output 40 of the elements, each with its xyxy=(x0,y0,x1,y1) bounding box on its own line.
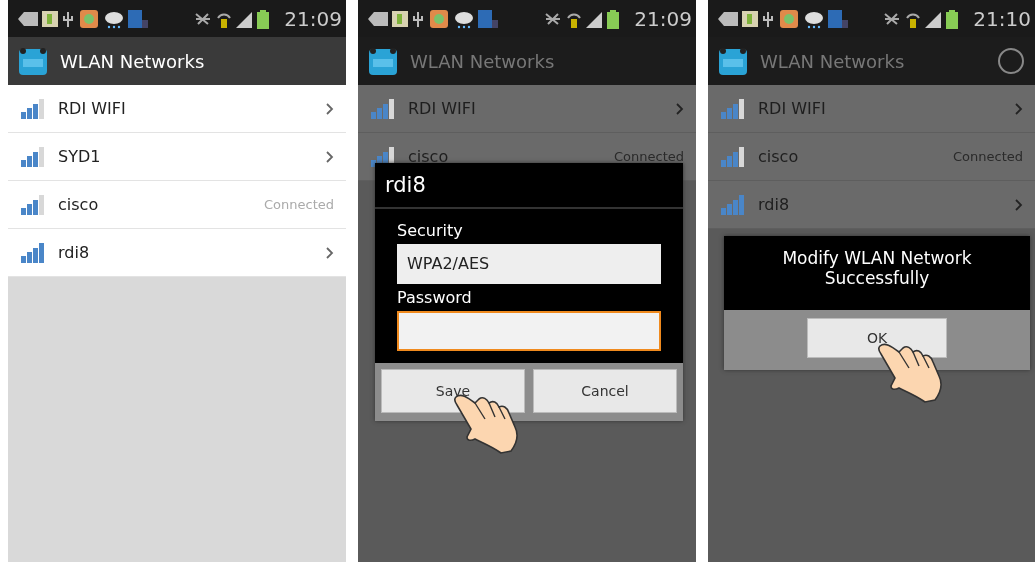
app-logo-icon[interactable] xyxy=(718,46,748,76)
dialog-button[interactable]: Save xyxy=(381,369,525,413)
network-name: RDI WIFI xyxy=(408,99,477,118)
app-title: WLAN Networks xyxy=(60,50,205,72)
dialog-message: Modify WLAN Network Successfully xyxy=(781,247,973,290)
field-label: Security xyxy=(397,221,464,240)
chevron-icon xyxy=(1015,198,1023,211)
app-title: WLAN Networks xyxy=(410,50,555,72)
dialog-title: rdi8 xyxy=(375,163,683,209)
network-name: cisco xyxy=(58,195,100,214)
dialog-button[interactable]: OK xyxy=(807,318,947,358)
dialog-button[interactable]: Cancel xyxy=(533,369,677,413)
network-list-item[interactable]: rdi8 xyxy=(8,229,346,277)
connection-status: Connected xyxy=(264,197,334,212)
connection-status: Connected xyxy=(614,149,684,164)
network-name: rdi8 xyxy=(58,243,91,262)
app-logo-icon[interactable] xyxy=(368,46,398,76)
app-logo-icon[interactable] xyxy=(18,46,48,76)
network-name: RDI WIFI xyxy=(758,99,827,118)
chevron-icon xyxy=(326,246,334,259)
app-title: WLAN Networks xyxy=(760,50,905,72)
status-time: 21:09 xyxy=(284,6,342,31)
chevron-icon xyxy=(326,150,334,163)
chevron-icon xyxy=(1015,102,1023,115)
network-name: RDI WIFI xyxy=(58,99,127,118)
status-time: 21:10 xyxy=(973,6,1031,31)
network-list-item[interactable]: RDI WIFI xyxy=(8,85,346,133)
status-time: 21:09 xyxy=(634,6,692,31)
network-name: cisco xyxy=(408,147,450,166)
field-label: Password xyxy=(397,288,473,307)
chevron-icon xyxy=(676,102,684,115)
network-name: SYD1 xyxy=(58,147,102,166)
input-field[interactable]: WPA2/AES xyxy=(397,244,661,284)
network-name: rdi8 xyxy=(758,195,791,214)
input-field[interactable] xyxy=(397,311,661,351)
network-list-item[interactable]: cisco Connected xyxy=(8,181,346,229)
network-list-item[interactable]: SYD1 xyxy=(8,133,346,181)
network-name: cisco xyxy=(758,147,800,166)
connection-status: Connected xyxy=(953,149,1023,164)
chevron-icon xyxy=(326,102,334,115)
